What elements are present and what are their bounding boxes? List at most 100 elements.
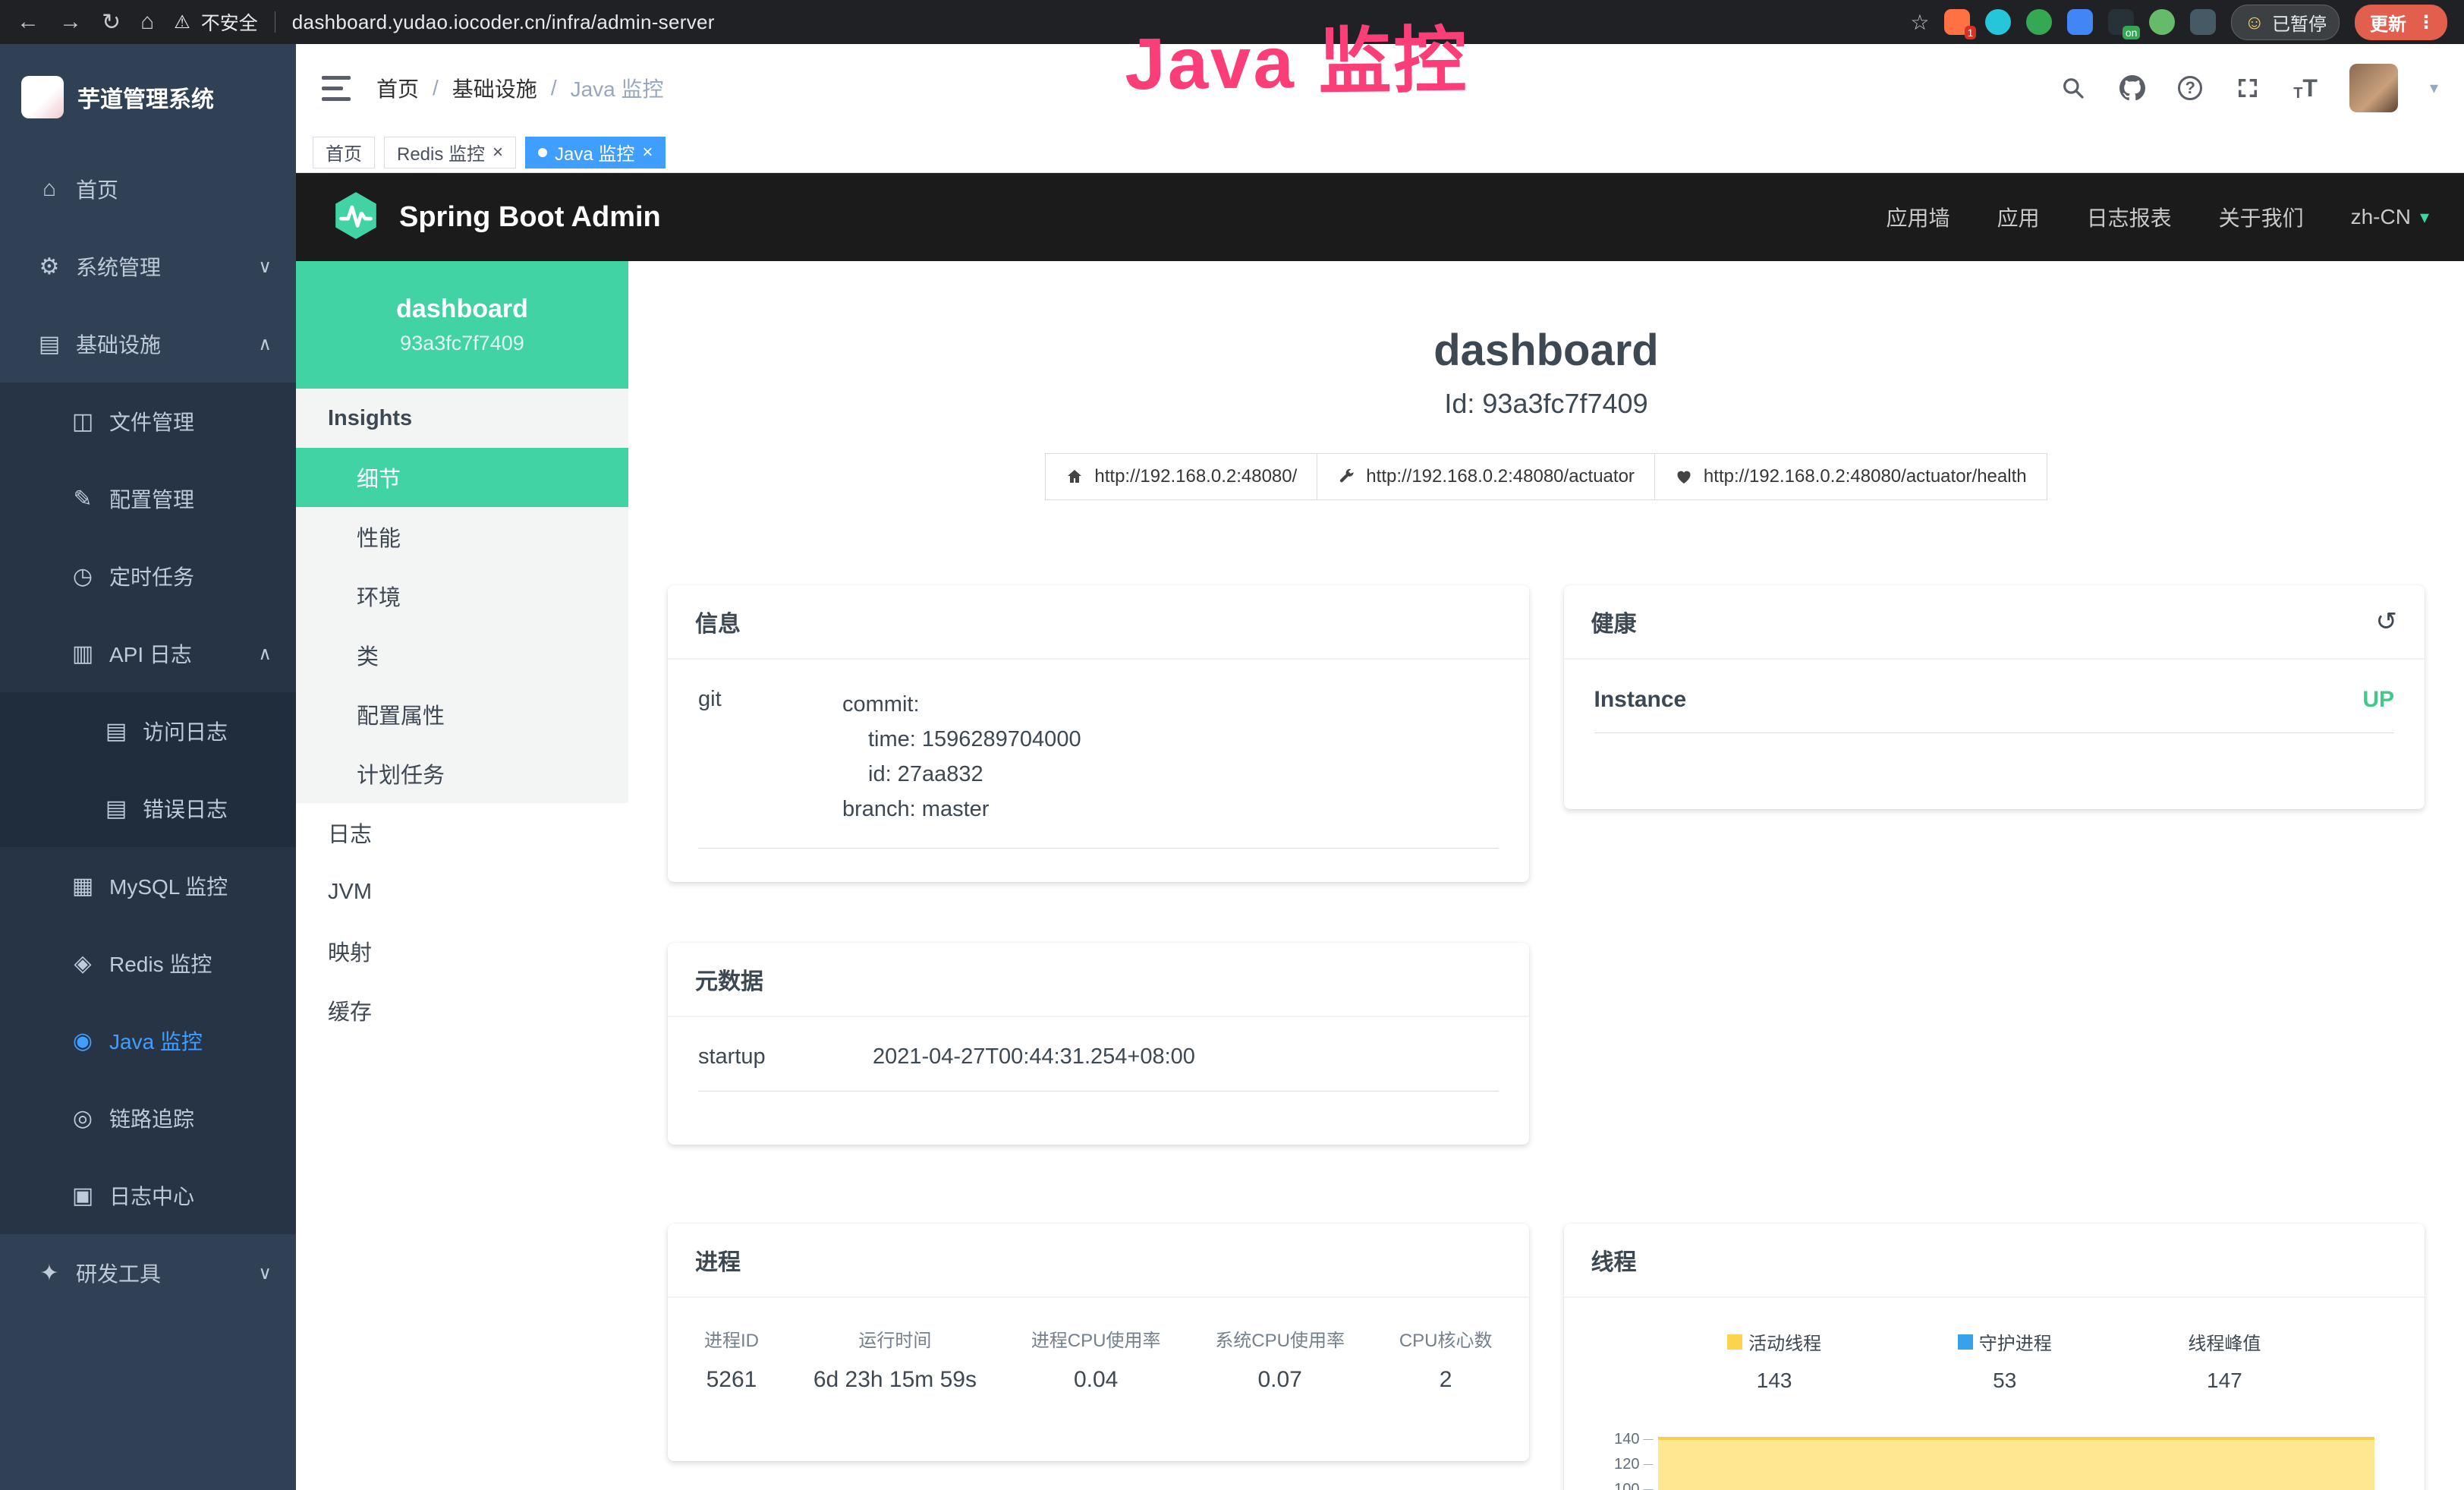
card-body: git commit: time: 1596289704000 id: 27aa… [668, 660, 1529, 882]
avatar[interactable] [2349, 64, 2398, 112]
sba-nav-journal[interactable]: 日志报表 [2087, 202, 2172, 232]
process-card: 进程 进程ID 5261 运行时间 6d 23h 15m 59 [668, 1224, 1529, 1461]
instance-header[interactable]: dashboard 93a3fc7f7409 [296, 261, 628, 389]
threads-legend: 活动线程 143 守护进程 53 线程峰值 14 [1591, 1319, 2398, 1393]
extension-icon-3[interactable] [2026, 9, 2052, 35]
chevron-down-icon[interactable]: ▾ [2430, 78, 2438, 98]
sidebar-item-redis-monitor[interactable]: ◈ Redis 监控 [0, 925, 296, 1002]
close-icon[interactable]: × [492, 143, 503, 162]
sidebar-item-scheduled-tasks[interactable]: ◷ 定时任务 [0, 537, 296, 615]
health-row: Instance UP [1594, 687, 2395, 733]
menu-dots-icon[interactable]: ⋮ [2417, 11, 2435, 33]
extension-icon-1[interactable]: 1 [1944, 9, 1970, 35]
extension-icon-6[interactable] [2149, 9, 2175, 35]
metadata-row: startup 2021-04-27T00:44:31.254+08:00 [698, 1044, 1499, 1092]
active-dot [538, 148, 547, 157]
extension-icon-4[interactable] [2067, 9, 2093, 35]
chart-plot-area [1658, 1426, 2398, 1490]
card-title: 健康 ↺ [1564, 585, 2425, 660]
sba-menu-classes[interactable]: 类 [296, 625, 628, 685]
instance-id: 93a3fc7f7409 [400, 332, 524, 355]
hamburger-icon[interactable] [322, 76, 351, 101]
card-title-text: 元数据 [695, 962, 763, 996]
extension-icon-7[interactable] [2190, 9, 2216, 35]
tab-redis-monitor[interactable]: Redis 监控 × [384, 137, 516, 169]
status-badge: UP [2362, 687, 2394, 713]
sba-nav-wallboard[interactable]: 应用墙 [1887, 202, 1950, 232]
sidebar-item-infrastructure[interactable]: ▤ 基础设施 ∧ [0, 305, 296, 383]
help-icon[interactable]: ? [2178, 76, 2202, 100]
card-title: 进程 [668, 1224, 1529, 1298]
breadcrumb-infrastructure[interactable]: 基础设施 [452, 73, 537, 103]
sba-nav-applications[interactable]: 应用 [1997, 202, 2040, 232]
column-header: CPU核心数 [1399, 1325, 1493, 1352]
sidebar-item-trace[interactable]: ◎ 链路追踪 [0, 1079, 296, 1157]
sba-nav-about[interactable]: 关于我们 [2219, 202, 2304, 232]
sba-menu-details[interactable]: 细节 [296, 448, 628, 507]
sidebar-item-home[interactable]: ⌂ 首页 [0, 150, 296, 228]
sidebar-item-file-management[interactable]: ◫ 文件管理 [0, 383, 296, 460]
reload-icon[interactable]: ↻ [102, 9, 121, 36]
actuator-url-link[interactable]: http://192.168.0.2:48080/actuator [1317, 453, 1655, 500]
sidebar-item-log-center[interactable]: ▣ 日志中心 [0, 1157, 296, 1234]
address-bar[interactable]: ⚠ 不安全 dashboard.yudao.iocoder.cn/infra/a… [174, 8, 714, 36]
sba-menu-metrics[interactable]: 性能 [296, 507, 628, 566]
sidebar-item-api-logs[interactable]: ▥ API 日志 ∧ [0, 615, 296, 692]
sba-menu-caches[interactable]: 缓存 [296, 981, 628, 1040]
extension-badge: 1 [1965, 26, 1977, 39]
sidebar-item-access-logs[interactable]: ▤ 访问日志 [0, 692, 296, 770]
home-icon: ⌂ [32, 176, 67, 202]
sba-menu-config-props[interactable]: 配置属性 [296, 685, 628, 744]
font-size-icon[interactable]: TT [2293, 74, 2318, 102]
sba-menu-scheduled-tasks[interactable]: 计划任务 [296, 744, 628, 803]
extension-icon-2[interactable] [1985, 9, 2011, 35]
back-icon[interactable]: ← [17, 9, 39, 35]
sidebar-item-config-management[interactable]: ✎ 配置管理 [0, 460, 296, 537]
browser-home-icon[interactable]: ⌂ [140, 9, 154, 35]
sidebar-item-java-monitor[interactable]: ◉ Java 监控 [0, 1002, 296, 1079]
sba-menu-mappings[interactable]: 映射 [296, 921, 628, 981]
annotation-text: Java 监控 [1124, 2, 1469, 111]
security-label: 不安全 [201, 8, 258, 36]
sba-brand[interactable]: Spring Boot Admin [399, 201, 661, 234]
app-frame: 芋道管理系统 ⌂ 首页 ⚙ 系统管理 ∨ ▤ 基础设施 ∧ ◫ 文件管理 ✎ [0, 44, 2464, 1490]
tab-home[interactable]: 首页 [313, 137, 375, 169]
card-title: 信息 [668, 585, 1529, 660]
tab-java-monitor[interactable]: Java 监控 × [525, 137, 666, 169]
sidebar-item-system-management[interactable]: ⚙ 系统管理 ∨ [0, 228, 296, 305]
service-url-link[interactable]: http://192.168.0.2:48080/ [1045, 453, 1317, 500]
locale-select[interactable]: zh-CN ▾ [2351, 205, 2429, 229]
bookmark-star-icon[interactable]: ☆ [1910, 10, 1929, 35]
health-url-link[interactable]: http://192.168.0.2:48080/actuator/health [1654, 453, 2047, 500]
info-card: 信息 git commit: time: 1596289704000 id: 2… [668, 585, 1529, 882]
info-line: branch: master [842, 792, 1081, 827]
sidebar-item-dev-tools[interactable]: ✦ 研发工具 ∨ [0, 1234, 296, 1312]
github-icon[interactable] [2119, 74, 2146, 102]
sidebar-item-error-logs[interactable]: ▤ 错误日志 [0, 770, 296, 847]
close-icon[interactable]: × [642, 143, 653, 162]
sba-body: dashboard 93a3fc7f7409 Insights 细节 性能 环境… [296, 261, 2464, 1490]
column-value: 6d 23h 15m 59s [813, 1367, 977, 1393]
page-subtitle: Id: 93a3fc7f7409 [668, 388, 2425, 420]
sba-menu-jvm[interactable]: JVM [296, 862, 628, 921]
mysql-icon: ▦ [65, 873, 100, 899]
process-column: 进程CPU使用率 0.04 [1031, 1325, 1161, 1393]
search-icon[interactable] [2060, 74, 2087, 102]
app-logo[interactable]: 芋道管理系统 [0, 44, 296, 150]
update-button[interactable]: 更新 ⋮ [2355, 5, 2447, 40]
threads-card: 线程 活动线程 143 守护进程 53 [1564, 1224, 2425, 1490]
breadcrumb-separator: / [433, 76, 439, 100]
breadcrumb-home[interactable]: 首页 [376, 73, 419, 103]
history-icon[interactable]: ↺ [2376, 606, 2398, 637]
fullscreen-icon[interactable] [2234, 74, 2261, 102]
extension-icon-5[interactable]: on [2108, 9, 2134, 35]
sidebar-item-label: Redis 监控 [109, 948, 212, 978]
forward-icon[interactable]: → [59, 9, 82, 35]
sba-menu-loggers[interactable]: 日志 [296, 803, 628, 862]
tools-icon: ✦ [32, 1260, 67, 1287]
paused-pill[interactable]: ☺ 已暂停 [2231, 5, 2340, 40]
timer-icon: ◷ [65, 563, 100, 590]
sidebar-item-mysql-monitor[interactable]: ▦ MySQL 监控 [0, 847, 296, 925]
sba-sidebar: dashboard 93a3fc7f7409 Insights 细节 性能 环境… [296, 261, 628, 1490]
sba-menu-environment[interactable]: 环境 [296, 566, 628, 625]
